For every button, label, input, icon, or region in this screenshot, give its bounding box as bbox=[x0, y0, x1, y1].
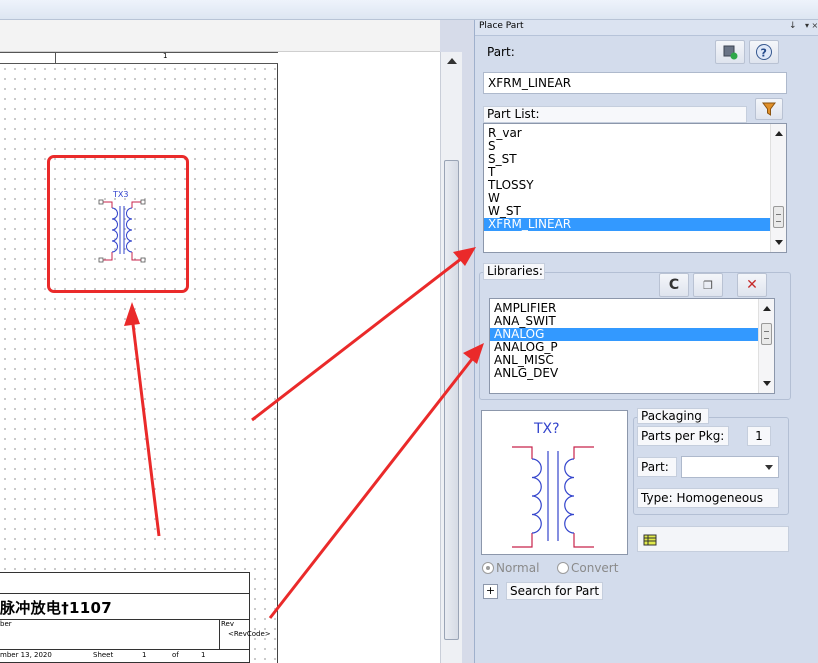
title-block: 脉冲放电†1107 ber Rev <RevCode> mber 13, 202… bbox=[0, 572, 271, 663]
tb-divider bbox=[0, 619, 250, 620]
tb-vline bbox=[219, 619, 220, 649]
scroll-down-icon[interactable] bbox=[775, 240, 783, 245]
chevron-down-icon bbox=[765, 465, 773, 470]
part-preview: TX? bbox=[481, 410, 628, 555]
tb-rev-label: Rev bbox=[221, 620, 234, 628]
panel-title: Place Part bbox=[479, 21, 524, 31]
filter-icon bbox=[762, 102, 776, 116]
part-label: Part: bbox=[487, 45, 515, 59]
chip-add-icon bbox=[723, 45, 738, 60]
remove-library-icon: ✕ bbox=[746, 277, 758, 293]
place-part-panel: Place Part ↓ ▾ × Part: ? XFRM_LINEAR Par… bbox=[474, 20, 818, 663]
preview-ref: TX? bbox=[533, 421, 560, 437]
pcb-footprint-icon bbox=[643, 534, 657, 546]
scroll-thumb[interactable] bbox=[773, 206, 784, 228]
search-for-part-row[interactable]: + Search for Part bbox=[483, 582, 604, 600]
part-list-item[interactable]: S_ST bbox=[484, 153, 786, 166]
schematic-canvas[interactable]: 1 TX3 脉冲放电†1107 ber Rev <RevCode> mber 1… bbox=[0, 20, 440, 663]
parts-per-pkg-label: Parts per Pkg: bbox=[637, 426, 729, 446]
radio-dot bbox=[482, 562, 494, 574]
pkg-part-label: Part: bbox=[637, 457, 677, 477]
scroll-up-arrow[interactable] bbox=[447, 58, 457, 64]
annotation-highlight-box bbox=[47, 155, 189, 293]
add-library-chip-button[interactable] bbox=[715, 40, 745, 64]
refresh-icon: C bbox=[668, 277, 680, 293]
parts-per-pkg-value: 1 bbox=[747, 426, 771, 446]
libraries-label: Libraries: bbox=[487, 264, 543, 278]
part-list[interactable]: R_var S S_ST T TLOSSY W W_ST XFRM_LINEAR bbox=[483, 123, 787, 253]
search-for-part-label: Search for Part bbox=[506, 582, 604, 600]
part-list-item[interactable]: R_var bbox=[484, 127, 786, 140]
add-library-icon: ❐ bbox=[703, 279, 713, 292]
help-button[interactable]: ? bbox=[749, 40, 779, 64]
top-toolbar-strip bbox=[0, 0, 818, 20]
remove-library-button[interactable]: ✕ bbox=[737, 273, 767, 297]
pkg-part-select[interactable] bbox=[681, 456, 779, 478]
part-list-item[interactable]: TLOSSY bbox=[484, 179, 786, 192]
tb-divider bbox=[0, 649, 250, 650]
tb-number-label: ber bbox=[0, 620, 12, 628]
part-list-scrollbar[interactable] bbox=[770, 124, 786, 252]
convert-radio-label: Convert bbox=[571, 561, 619, 575]
panel-splitter[interactable] bbox=[462, 20, 474, 663]
title-block-title: 脉冲放电†1107 bbox=[0, 599, 112, 617]
tb-date: mber 13, 2020 bbox=[0, 651, 52, 659]
transformer-symbol-icon: TX? bbox=[512, 421, 594, 548]
pkg-type-label: Type: bbox=[641, 491, 673, 505]
tb-divider bbox=[0, 593, 250, 594]
tb-sheet-total: 1 bbox=[201, 651, 206, 659]
help-icon: ? bbox=[756, 44, 772, 60]
add-library-button[interactable]: ❐ bbox=[693, 273, 723, 297]
libraries-list[interactable]: AMPLIFIER ANA_SWIT ANALOG ANALOG_P ANL_MISC A… bbox=[489, 298, 775, 394]
expand-search-button[interactable]: + bbox=[483, 583, 498, 599]
part-list-item[interactable]: XFRM_LINEAR bbox=[484, 218, 786, 231]
part-list-item[interactable]: S bbox=[484, 140, 786, 153]
packaging-heading: Packaging bbox=[641, 409, 702, 423]
normal-radio-label: Normal bbox=[496, 561, 540, 575]
pkg-type-field: Type: Homogeneous bbox=[637, 488, 779, 508]
pin-icon[interactable]: ↓ bbox=[789, 21, 797, 31]
panel-menu-close-icon[interactable]: ▾ × bbox=[805, 21, 818, 30]
svg-text:?: ? bbox=[761, 47, 767, 60]
filter-button[interactable] bbox=[755, 98, 783, 120]
libraries-scrollbar[interactable] bbox=[758, 299, 774, 393]
canvas-outside-sheet bbox=[279, 52, 440, 663]
scroll-thumb[interactable] bbox=[444, 160, 459, 640]
refresh-libraries-button[interactable]: C bbox=[659, 273, 689, 297]
scroll-down-icon[interactable] bbox=[763, 381, 771, 386]
library-item[interactable]: ANLG_DEV bbox=[490, 367, 774, 380]
pkg-type-value: Homogeneous bbox=[676, 491, 764, 505]
panel-titlebar: Place Part ↓ ▾ × bbox=[475, 20, 818, 36]
scroll-up-icon[interactable] bbox=[763, 306, 771, 311]
convert-radio[interactable]: Convert bbox=[557, 561, 618, 575]
tb-of-label: of bbox=[172, 651, 179, 659]
part-list-label: Part List: bbox=[487, 107, 540, 121]
pcb-footprint-field[interactable] bbox=[637, 526, 789, 552]
schematic-vertical-scrollbar[interactable] bbox=[440, 52, 462, 663]
tb-sheet-label: Sheet bbox=[93, 651, 114, 659]
normal-radio[interactable]: Normal bbox=[482, 561, 539, 575]
part-list-item[interactable]: W bbox=[484, 192, 786, 205]
radio-dot bbox=[557, 562, 569, 574]
scroll-thumb[interactable] bbox=[761, 323, 772, 345]
part-name-input[interactable]: XFRM_LINEAR bbox=[483, 72, 787, 94]
scroll-up-icon[interactable] bbox=[775, 131, 783, 136]
tb-sheet-num: 1 bbox=[142, 651, 147, 659]
tb-rev-code: <RevCode> bbox=[228, 630, 271, 638]
